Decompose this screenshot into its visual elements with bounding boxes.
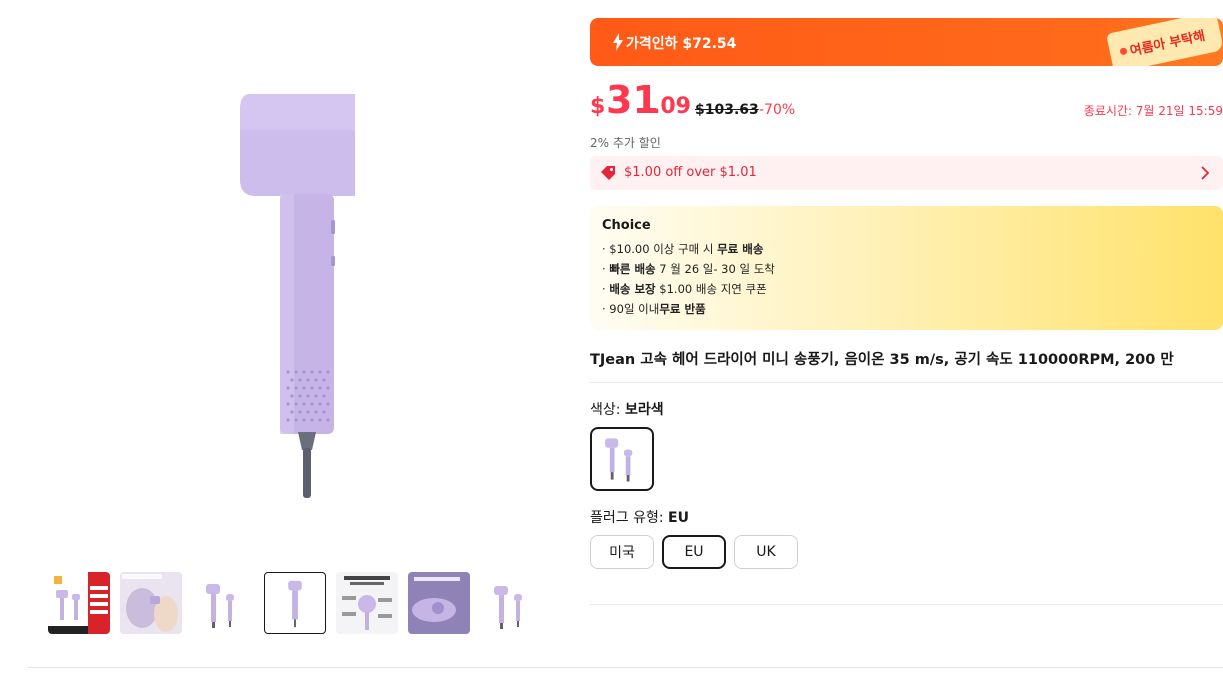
plug-type-label: 플러그 유형: EU (590, 510, 689, 526)
price-decimal: .09 (652, 94, 691, 119)
sale-end-time: 종료시간: 7월 21일 15:59 (1083, 104, 1223, 118)
divider (590, 382, 1223, 383)
benefit-free-returns: · 90일 이내무료 반품 (602, 302, 706, 316)
choice-benefits: Choice · $10.00 이상 구매 시 무료 배송 · 빠른 배송 7 … (590, 206, 1223, 330)
product-info-panel: 가격인하 $72.54 여름아 부탁해 $ 31 .09 $103.63 -70… (590, 18, 1223, 569)
divider (590, 604, 1223, 605)
product-title: TJean 고속 헤어 드라이어 미니 송풍기, 음이온 35 m/s, 공기 … (590, 352, 1174, 368)
color-label: 색상: 보라색 (590, 402, 664, 418)
divider (28, 667, 1223, 668)
benefit-fast-delivery: · 빠른 배송 7 월 26 일- 30 일 도착 (602, 262, 775, 276)
benefit-free-shipping: · $10.00 이상 구매 시 무료 배송 (602, 242, 764, 256)
plug-option-eu[interactable]: EU (662, 535, 726, 569)
main-product-image[interactable] (200, 70, 400, 510)
price-integer: 31 (606, 78, 659, 122)
plug-option-uk[interactable]: UK (734, 535, 798, 569)
thumbnail-6[interactable] (408, 572, 470, 634)
thumbnail-3[interactable] (192, 572, 254, 634)
thumbnail-5[interactable] (336, 572, 398, 634)
price-row: $ 31 .09 $103.63 -70% 종료시간: 7월 21일 15:59 (590, 78, 1223, 136)
benefit-delivery-guarantee: · 배송 보장 $1.00 배송 지연 쿠폰 (602, 282, 767, 296)
thumbnail-4[interactable] (264, 572, 326, 634)
price-currency: $ (590, 94, 606, 119)
extra-discount: 2% 추가 할인 (590, 136, 661, 150)
price-drop-banner: 가격인하 $72.54 여름아 부탁해 (590, 18, 1223, 66)
plug-option-us[interactable]: 미국 (590, 535, 654, 569)
thumbnail-1[interactable] (48, 572, 110, 634)
choice-title: Choice (602, 218, 651, 233)
plug-type-options: 미국 EU UK (590, 535, 1223, 569)
color-option-purple[interactable] (590, 427, 654, 491)
summer-promo-tag: 여름아 부탁해 (1106, 18, 1223, 66)
price-drop-label: 가격인하 $72.54 (626, 36, 737, 52)
discount-percent: -70% (759, 102, 796, 118)
product-gallery (0, 0, 580, 680)
thumbnail-7[interactable] (480, 572, 542, 634)
original-price: $103.63 (695, 102, 759, 118)
coupon-banner[interactable]: $1.00 off over $1.01 (590, 156, 1223, 190)
thumbnail-2[interactable] (120, 572, 182, 634)
coupon-text: $1.00 off over $1.01 (624, 165, 757, 180)
lightning-icon (613, 33, 623, 51)
thumbnail-strip (48, 572, 542, 634)
chevron-right-icon (1201, 166, 1209, 180)
coupon-tag-icon (601, 166, 615, 180)
